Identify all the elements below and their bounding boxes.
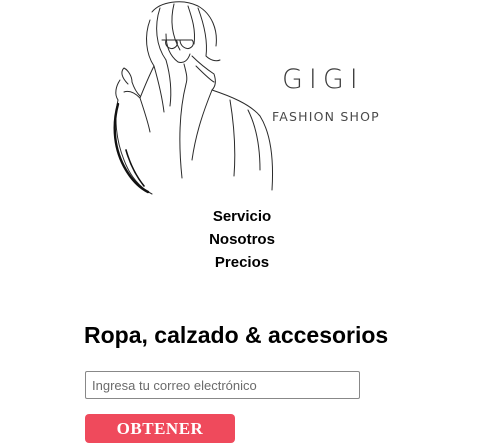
main-nav: Servicio Nosotros Precios bbox=[0, 205, 481, 274]
email-input[interactable] bbox=[85, 371, 360, 399]
obtener-button[interactable]: OBTENER bbox=[85, 414, 235, 443]
brand-tagline: FASHION SHOP bbox=[272, 109, 380, 124]
page-headline: Ropa, calzado & accesorios bbox=[84, 322, 389, 348]
nav-link-precios[interactable]: Precios bbox=[0, 251, 481, 274]
woman-line-art-illustration bbox=[113, 1, 273, 195]
hero-illustration bbox=[100, 0, 400, 205]
brand-name: GIGI bbox=[282, 64, 364, 95]
nav-link-servicio[interactable]: Servicio bbox=[0, 205, 481, 228]
nav-link-nosotros[interactable]: Nosotros bbox=[0, 228, 481, 251]
